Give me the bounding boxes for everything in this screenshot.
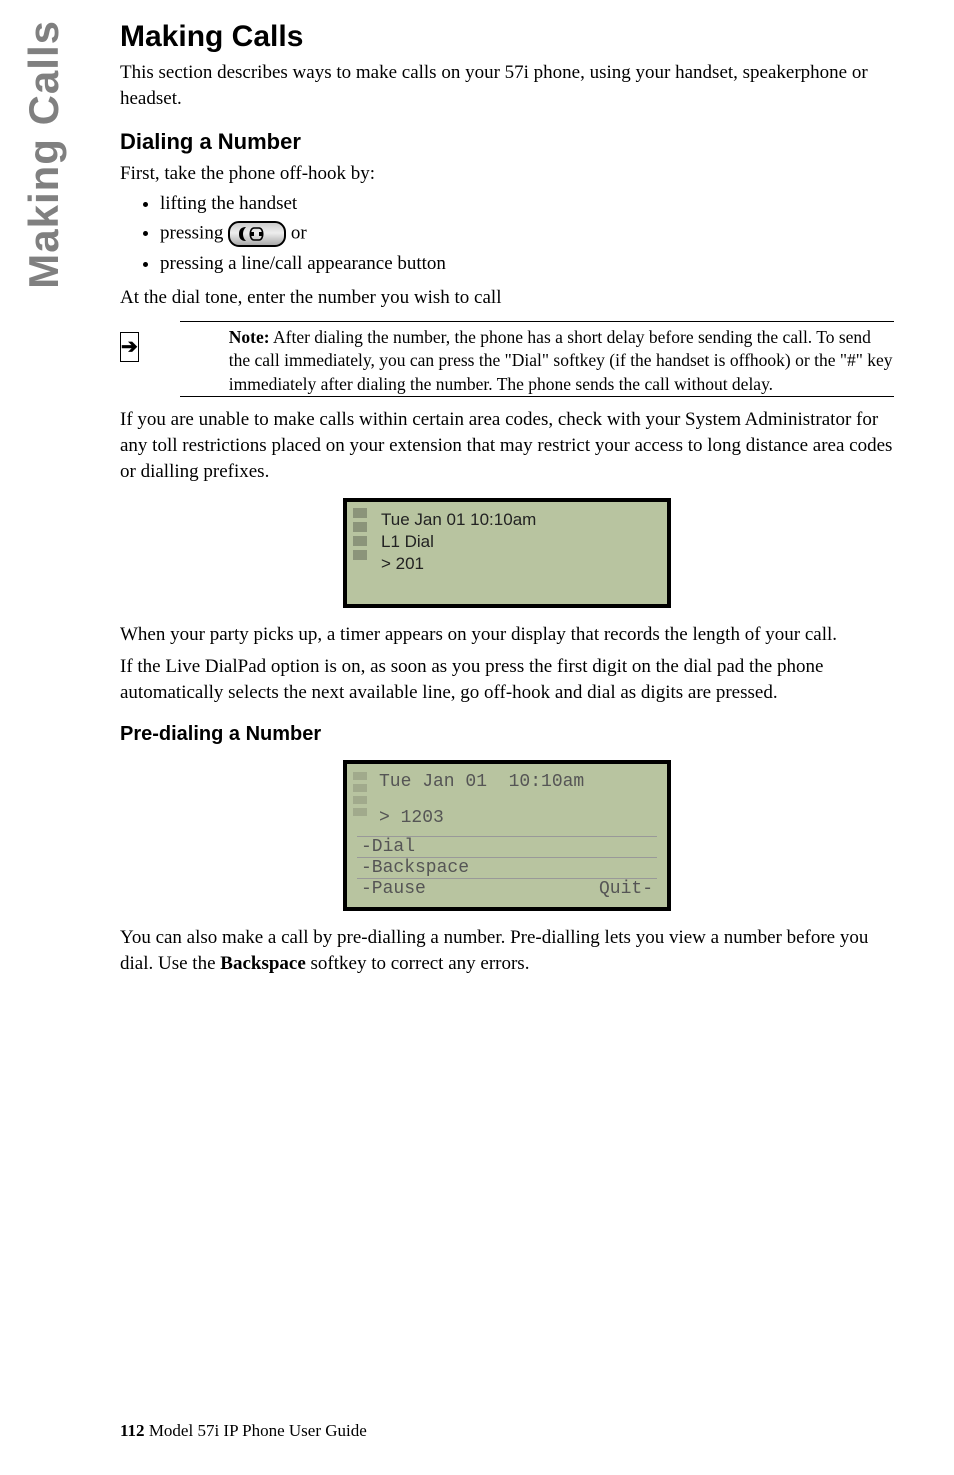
note-body: After dialing the number, the phone has … xyxy=(229,327,893,394)
timer-paragraph: When your party picks up, a timer appear… xyxy=(120,622,894,648)
note-arrow-icon: ➔ xyxy=(120,332,139,362)
phone-screen-dialing: Tue Jan 01 10:10am L1 Dial > 201 xyxy=(343,498,671,608)
page-footer: 112 Model 57i IP Phone User Guide xyxy=(120,1421,367,1441)
screen-status-icons xyxy=(353,508,367,560)
screen-line-status: L1 Dial xyxy=(357,532,657,552)
predial-text-post: softkey to correct any errors. xyxy=(306,953,530,974)
dial-tone-instruction: At the dial tone, enter the number you w… xyxy=(120,285,894,311)
phone-screen-predial: Tue Jan 01 10:10am > 1203 -Dial -Backspa… xyxy=(343,760,671,911)
bullet-pressing-line: pressing a line/call appearance button xyxy=(160,253,894,275)
softkey-pause: -Pause xyxy=(361,879,426,899)
softkey-dial: -Dial xyxy=(361,837,415,857)
note-block: ➔ Note: After dialing the number, the ph… xyxy=(120,321,894,398)
side-tab-making-calls: Making Calls xyxy=(20,20,68,289)
bullet-pressing-post: or xyxy=(291,222,307,243)
lcd-time: Tue Jan 01 10:10am xyxy=(357,772,657,792)
restriction-paragraph: If you are unable to make calls within c… xyxy=(120,407,894,484)
bullet-pressing-handsfree: pressing or xyxy=(160,221,894,247)
screen-dial-entry: > 201 xyxy=(357,554,657,574)
lcd-entry: > 1203 xyxy=(357,808,657,828)
dial-lead: First, take the phone off-hook by: xyxy=(120,161,894,187)
lcd-status-icons xyxy=(353,772,367,816)
softkey-backspace: -Backspace xyxy=(361,858,469,878)
screen-time: Tue Jan 01 10:10am xyxy=(357,510,657,530)
handsfree-key-icon xyxy=(228,221,286,247)
bullet-pressing-pre: pressing xyxy=(160,222,228,243)
footer-title: Model 57i IP Phone User Guide xyxy=(145,1421,367,1440)
bullet-lifting-handset: lifting the handset xyxy=(160,193,894,215)
predial-paragraph: You can also make a call by pre-dialling… xyxy=(120,925,894,976)
heading-dialing-number: Dialing a Number xyxy=(120,129,894,155)
heading-pre-dialing: Pre-dialing a Number xyxy=(120,723,894,746)
heading-making-calls: Making Calls xyxy=(120,20,894,54)
page-number: 112 xyxy=(120,1421,145,1440)
offhook-bullet-list: lifting the handset pressing or pressing… xyxy=(160,193,894,275)
note-text: Note: After dialing the number, the phon… xyxy=(169,326,894,397)
note-label: Note: xyxy=(229,327,270,347)
intro-paragraph: This section describes ways to make call… xyxy=(120,60,894,111)
live-dialpad-paragraph: If the Live DialPad option is on, as soo… xyxy=(120,654,894,705)
predial-backspace-bold: Backspace xyxy=(220,953,306,974)
softkey-quit: Quit- xyxy=(599,879,653,899)
